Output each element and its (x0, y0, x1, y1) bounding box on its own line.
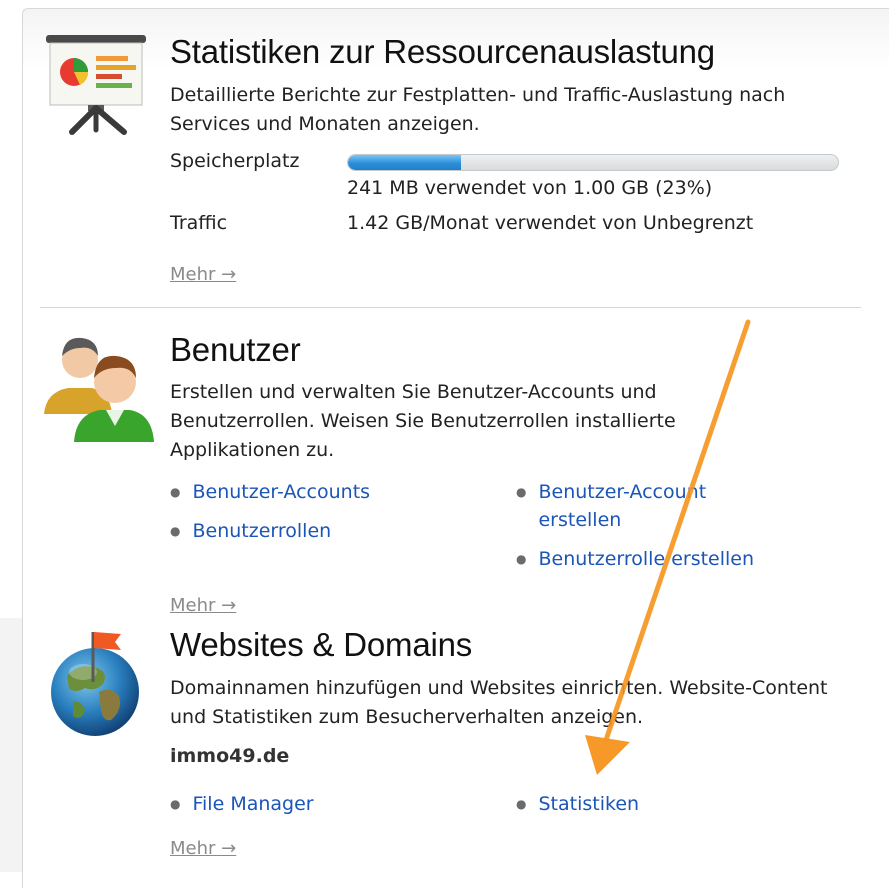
websites-link-item: ● Statistiken (516, 790, 816, 818)
section-divider (40, 307, 861, 308)
resources-description: Detaillierte Berichte zur Festplatten- u… (170, 84, 786, 135)
traffic-value: 1.42 GB/Monat verwendet von Unbegrenzt (347, 212, 754, 234)
websites-description: Domainnamen hinzufügen und Websites einr… (170, 677, 828, 728)
traffic-label: Traffic (170, 212, 228, 234)
disk-usage-bar (347, 154, 839, 171)
presentation-chart-icon (46, 35, 146, 135)
users-link-item: ● Benutzer-Accounts (170, 478, 470, 506)
users-link-item: ● Benutzerrollen (170, 517, 470, 545)
websites-more-link[interactable]: Mehr → (170, 838, 236, 859)
statistics-link[interactable]: Statistiken (538, 790, 639, 818)
domain-name: immo49.de (170, 745, 290, 767)
user-accounts-link[interactable]: Benutzer-Accounts (192, 478, 370, 506)
users-description: Erstellen und verwalten Sie Benutzer-Acc… (170, 381, 676, 461)
create-user-role-link[interactable]: Benutzerrolle erstellen (538, 545, 754, 573)
bullet-icon: ● (170, 524, 181, 538)
disk-label: Speicherplatz (170, 150, 300, 172)
bullet-icon: ● (170, 485, 181, 499)
left-shade (0, 618, 22, 872)
disk-usage-fill (348, 155, 461, 170)
users-more-link[interactable]: Mehr → (170, 595, 236, 616)
users-title: Benutzer (170, 331, 301, 368)
users-link-item: ● Benutzerrolle erstellen (516, 545, 816, 573)
websites-title: Websites & Domains (170, 626, 473, 663)
create-user-account-link[interactable]: Benutzer-Account erstellen (538, 478, 756, 534)
bullet-icon: ● (170, 797, 181, 811)
bullet-icon: ● (516, 485, 527, 499)
bullet-icon: ● (516, 797, 527, 811)
users-icon (44, 337, 154, 442)
users-link-item: ● Benutzer-Account erstellen (516, 478, 756, 534)
disk-usage-text: 241 MB verwendet von 1.00 GB (23%) (347, 177, 713, 199)
user-roles-link[interactable]: Benutzerrollen (192, 517, 331, 545)
globe-flag-icon (51, 632, 139, 736)
bullet-icon: ● (516, 552, 527, 566)
resources-title: Statistiken zur Ressourcenauslastung (170, 33, 715, 70)
websites-link-item: ● File Manager (170, 790, 470, 818)
file-manager-link[interactable]: File Manager (192, 790, 313, 818)
resources-more-link[interactable]: Mehr → (170, 264, 236, 285)
